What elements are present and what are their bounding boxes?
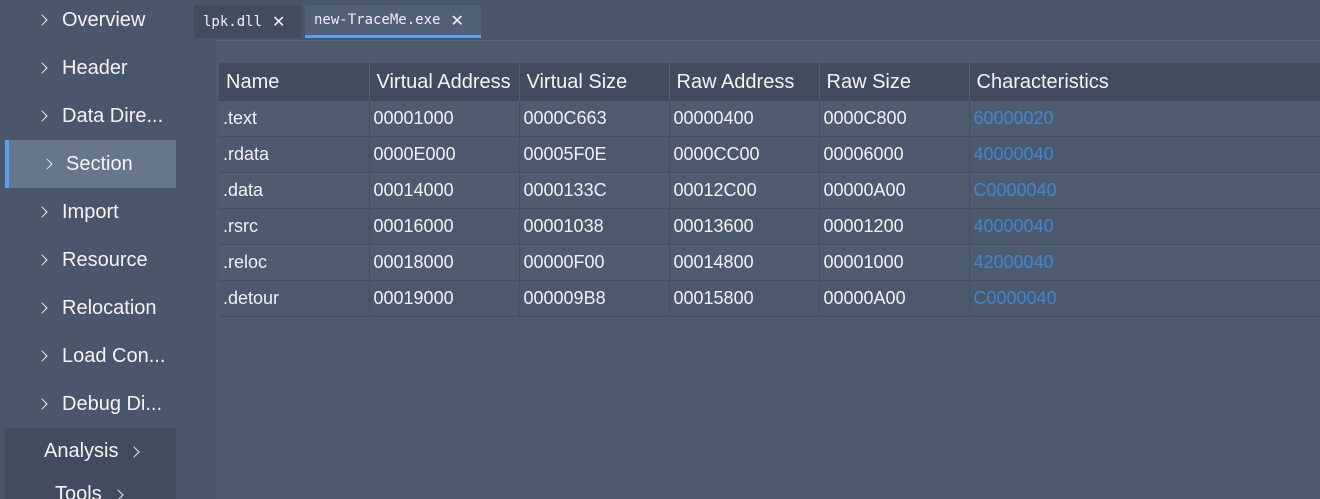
- column-header-virtual-address[interactable]: Virtual Address: [369, 63, 520, 101]
- tab-bar: lpk.dll ✕ new-TraceMe.exe ✕: [194, 0, 1320, 40]
- cell-raw-size: 00001000: [819, 244, 970, 281]
- cell-virtual-size: 0000133C: [519, 172, 670, 209]
- cell-raw-size: 0000C800: [819, 101, 970, 137]
- cell-virtual-size: 00000F00: [519, 244, 670, 281]
- chevron-right-icon: [36, 350, 48, 362]
- cell-virtual-size: 00005F0E: [519, 136, 670, 173]
- sidebar-item-relocation[interactable]: Relocation: [5, 284, 176, 332]
- table-header-row: Name Virtual Address Virtual Size Raw Ad…: [219, 63, 1320, 101]
- chevron-right-icon: [41, 158, 53, 170]
- sidebar-item-label: Section: [66, 152, 133, 175]
- table-row[interactable]: .rsrc 00016000 00001038 00013600 0000120…: [219, 208, 1320, 245]
- cell-raw-address: 00012C00: [669, 172, 820, 209]
- sidebar-item-label: Relocation: [62, 296, 157, 319]
- table-row[interactable]: .detour 00019000 000009B8 00015800 00000…: [219, 280, 1320, 317]
- main-area: lpk.dll ✕ new-TraceMe.exe ✕ Name Virtual…: [194, 0, 1320, 499]
- cell-virtual-size: 0000C663: [519, 101, 670, 137]
- cell-raw-address: 00014800: [669, 244, 820, 281]
- cell-characteristics-link[interactable]: 40000040: [969, 208, 1320, 245]
- column-header-raw-size[interactable]: Raw Size: [819, 63, 970, 101]
- sidebar-item-load-config[interactable]: Load Con...: [5, 332, 176, 380]
- sidebar-item-data-directory[interactable]: Data Dire...: [5, 92, 176, 140]
- cell-virtual-size: 000009B8: [519, 280, 670, 317]
- sidebar-item-label: Load Con...: [62, 344, 166, 367]
- pe-viewer-window: Overview Header Data Dire... Section Imp…: [0, 0, 1320, 499]
- cell-raw-size: 00006000: [819, 136, 970, 173]
- sidebar-group-tools[interactable]: Tools: [55, 483, 124, 499]
- cell-raw-address: 0000CC00: [669, 136, 820, 173]
- chevron-right-icon: [36, 254, 48, 266]
- cell-name: .reloc: [219, 244, 370, 281]
- section-panel: Name Virtual Address Virtual Size Raw Ad…: [214, 40, 1320, 499]
- sidebar-group-label: Analysis: [44, 440, 119, 462]
- chevron-right-icon: [112, 488, 124, 499]
- cell-virtual-address: 00019000: [369, 280, 520, 317]
- sidebar-nav: Overview Header Data Dire... Section Imp…: [5, 0, 176, 428]
- sidebar-item-label: Data Dire...: [62, 104, 164, 127]
- sidebar-item-debug-directory[interactable]: Debug Di...: [5, 380, 176, 428]
- sidebar-item-overview[interactable]: Overview: [5, 0, 176, 44]
- section-table: Name Virtual Address Virtual Size Raw Ad…: [219, 63, 1320, 317]
- table-row[interactable]: .text 00001000 0000C663 00000400 0000C80…: [219, 101, 1320, 137]
- sidebar-item-label: Resource: [62, 248, 148, 271]
- sidebar-item-label: Header: [62, 56, 128, 79]
- sidebar-item-label: Debug Di...: [62, 392, 163, 415]
- sidebar-item-label: Import: [62, 200, 119, 223]
- cell-name: .detour: [219, 280, 370, 317]
- column-header-name[interactable]: Name: [219, 63, 370, 101]
- tab-label: lpk.dll: [203, 13, 263, 30]
- cell-characteristics-link[interactable]: 40000040: [969, 136, 1320, 173]
- sidebar-item-import[interactable]: Import: [5, 188, 176, 236]
- table-row[interactable]: .rdata 0000E000 00005F0E 0000CC00 000060…: [219, 136, 1320, 173]
- sidebar: Overview Header Data Dire... Section Imp…: [0, 0, 194, 499]
- close-icon[interactable]: ✕: [272, 12, 285, 31]
- cell-virtual-address: 0000E000: [369, 136, 520, 173]
- cell-characteristics-link[interactable]: C0000040: [969, 280, 1320, 317]
- sidebar-item-section[interactable]: Section: [5, 140, 176, 188]
- cell-raw-address: 00015800: [669, 280, 820, 317]
- chevron-right-icon: [36, 206, 48, 218]
- column-header-characteristics[interactable]: Characteristics: [969, 63, 1320, 101]
- cell-raw-address: 00013600: [669, 208, 820, 245]
- table-row[interactable]: .data 00014000 0000133C 00012C00 00000A0…: [219, 172, 1320, 209]
- chevron-right-icon: [36, 302, 48, 314]
- cell-name: .text: [219, 101, 370, 137]
- cell-characteristics-link[interactable]: C0000040: [969, 172, 1320, 209]
- sidebar-item-header[interactable]: Header: [5, 44, 176, 92]
- chevron-right-icon: [36, 14, 48, 26]
- sidebar-group-label: Tools: [55, 483, 102, 499]
- column-header-raw-address[interactable]: Raw Address: [669, 63, 820, 101]
- tab-label: new-TraceMe.exe: [314, 12, 441, 28]
- chevron-right-icon: [36, 110, 48, 122]
- cell-virtual-address: 00018000: [369, 244, 520, 281]
- chevron-right-icon: [36, 62, 48, 74]
- cell-raw-address: 00000400: [669, 101, 820, 137]
- sidebar-groups: Analysis Tools: [5, 428, 176, 499]
- cell-virtual-size: 00001038: [519, 208, 670, 245]
- sidebar-item-label: Overview: [62, 8, 146, 31]
- sidebar-group-analysis[interactable]: Analysis: [44, 440, 141, 463]
- cell-raw-size: 00000A00: [819, 280, 970, 317]
- cell-virtual-address: 00014000: [369, 172, 520, 209]
- chevron-right-icon: [128, 445, 141, 458]
- cell-raw-size: 00000A00: [819, 172, 970, 209]
- cell-name: .rdata: [219, 136, 370, 173]
- chevron-right-icon: [36, 398, 48, 410]
- cell-characteristics-link[interactable]: 60000020: [969, 101, 1320, 137]
- cell-virtual-address: 00001000: [369, 101, 520, 137]
- cell-raw-size: 00001200: [819, 208, 970, 245]
- cell-name: .data: [219, 172, 370, 209]
- tab-new-traceme-exe[interactable]: new-TraceMe.exe ✕: [305, 5, 481, 38]
- cell-virtual-address: 00016000: [369, 208, 520, 245]
- table-row[interactable]: .reloc 00018000 00000F00 00014800 000010…: [219, 244, 1320, 281]
- close-icon[interactable]: ✕: [450, 11, 463, 30]
- tab-lpk-dll[interactable]: lpk.dll ✕: [194, 5, 301, 38]
- cell-characteristics-link[interactable]: 42000040: [969, 244, 1320, 281]
- column-header-virtual-size[interactable]: Virtual Size: [519, 63, 670, 101]
- sidebar-item-resource[interactable]: Resource: [5, 236, 176, 284]
- cell-name: .rsrc: [219, 208, 370, 245]
